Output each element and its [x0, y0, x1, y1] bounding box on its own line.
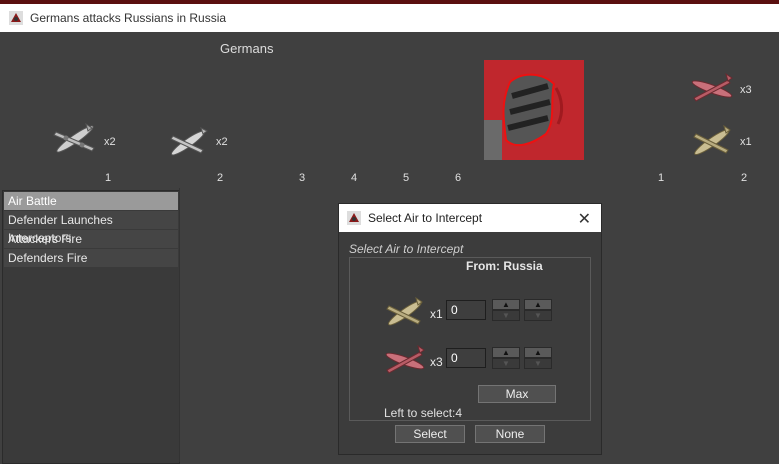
defender-column-number: 1 — [657, 172, 665, 184]
intercept-panel: From: Russia x1 ▲ ▼ ▲ ▼ — [349, 257, 591, 421]
red-fighter-plane-icon[interactable] — [688, 70, 736, 108]
attacker-side-label: Germans — [220, 41, 274, 56]
decrement-button[interactable]: ▼ — [492, 358, 520, 369]
decrement-button[interactable]: ▼ — [492, 310, 520, 321]
step-defenders-fire[interactable]: Defenders Fire — [4, 249, 178, 267]
dialog-titlebar[interactable]: Select Air to Intercept ✕ — [339, 204, 601, 232]
bomber-plane-icon[interactable] — [50, 118, 100, 160]
territory-map-icon — [484, 60, 584, 160]
attacker-column-number: 1 — [104, 172, 112, 184]
decrement-min-button[interactable]: ▼ — [524, 358, 552, 369]
tan-fighter-plane-icon — [386, 296, 423, 326]
attacker-column-number: 4 — [350, 172, 358, 184]
red-fighter-plane-icon — [385, 344, 425, 374]
step-defender-launches-interceptors[interactable]: Defender Launches Interceptors — [4, 211, 178, 245]
unit-multiplier: x3 — [430, 355, 443, 369]
fighter-plane-icon[interactable] — [163, 122, 213, 164]
unit-multiplier: x1 — [430, 307, 443, 321]
defender-column-number: 2 — [740, 172, 748, 184]
intercept-unit-row: x3 ▲ ▼ ▲ ▼ — [382, 343, 582, 379]
attacker-column-number: 3 — [298, 172, 306, 184]
close-icon[interactable]: ✕ — [578, 209, 591, 229]
intercept-unit-row: x1 ▲ ▼ ▲ ▼ — [382, 295, 582, 331]
select-button[interactable]: Select — [395, 425, 465, 443]
quantity-stepper[interactable]: ▲ ▼ — [524, 299, 552, 323]
tan-fighter-plane-icon[interactable] — [688, 122, 736, 162]
panel-divider — [179, 188, 180, 462]
attacker-unit-count: x2 — [104, 136, 116, 148]
select-air-dialog: Select Air to Intercept ✕ Select Air to … — [338, 203, 602, 455]
attacker-unit-count: x2 — [216, 136, 228, 148]
battle-steps-list: Air Battle Defender Launches Interceptor… — [2, 190, 180, 464]
battle-display: Germans x2 x2 x3 x1 1 2 3 4 5 6 1 2 — [0, 32, 779, 188]
none-button[interactable]: None — [475, 425, 545, 443]
defender-unit-count: x1 — [740, 136, 752, 148]
quantity-stepper[interactable]: ▲ ▼ — [492, 347, 520, 371]
from-territory-label: From: Russia — [466, 259, 543, 273]
dialog-title: Select Air to Intercept — [368, 211, 483, 225]
attacker-column-number: 5 — [402, 172, 410, 184]
decrement-min-button[interactable]: ▼ — [524, 310, 552, 321]
quantity-stepper[interactable]: ▲ ▼ — [492, 299, 520, 323]
window-titlebar[interactable]: Germans attacks Russians in Russia — [0, 4, 779, 32]
attacker-column-number: 6 — [454, 172, 462, 184]
increment-max-button[interactable]: ▲ — [524, 299, 552, 310]
battle-app-icon — [347, 211, 361, 225]
attacker-column-number: 2 — [216, 172, 224, 184]
max-button[interactable]: Max — [478, 385, 556, 403]
increment-button[interactable]: ▲ — [492, 299, 520, 310]
unit-quantity-input[interactable] — [446, 300, 486, 320]
step-air-battle[interactable]: Air Battle — [4, 192, 178, 210]
left-to-select-label: Left to select:4 — [384, 406, 463, 420]
increment-max-button[interactable]: ▲ — [524, 347, 552, 358]
battle-app-icon — [9, 11, 23, 25]
step-attackers-fire[interactable]: Attackers Fire — [4, 230, 178, 248]
unit-quantity-input[interactable] — [446, 348, 486, 368]
dialog-subtitle: Select Air to Intercept — [349, 242, 464, 256]
window-title: Germans attacks Russians in Russia — [30, 11, 227, 25]
defender-unit-count: x3 — [740, 84, 752, 96]
increment-button[interactable]: ▲ — [492, 347, 520, 358]
quantity-stepper[interactable]: ▲ ▼ — [524, 347, 552, 371]
